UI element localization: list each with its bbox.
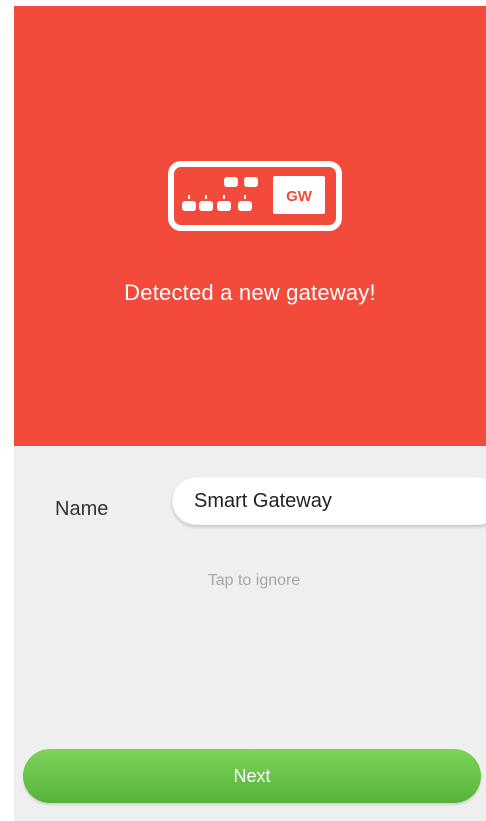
next-button[interactable]: Next (23, 749, 481, 803)
gateway-badge-label: GW (286, 188, 313, 205)
gateway-name-input[interactable] (172, 477, 486, 525)
gateway-device-icon: GW (168, 161, 342, 231)
gateway-setup-screen: GW Detected a new gateway! Name Tap to i… (14, 6, 486, 821)
detection-banner: GW Detected a new gateway! (14, 6, 486, 446)
tap-to-ignore-link[interactable]: Tap to ignore (14, 572, 486, 590)
gateway-name-form: Name Tap to ignore Next (14, 446, 486, 821)
detection-title: Detected a new gateway! (124, 280, 376, 305)
name-label: Name (55, 498, 109, 520)
